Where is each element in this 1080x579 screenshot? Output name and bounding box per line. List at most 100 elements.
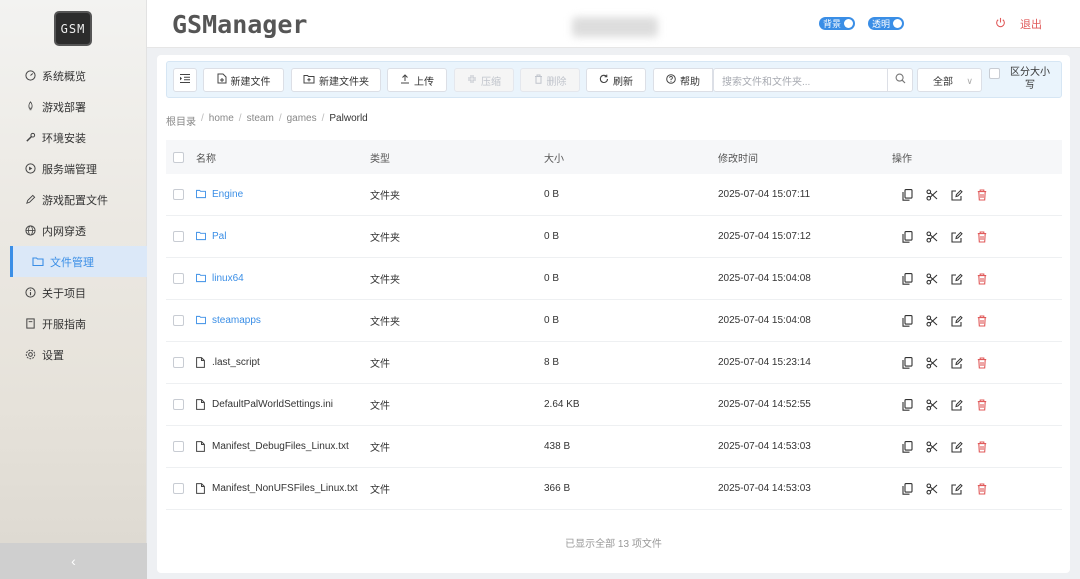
select-all-checkbox[interactable]: [173, 151, 184, 163]
table-row[interactable]: steamapps 文件夹 0 B 2025-07-04 15:04:08: [166, 300, 1062, 342]
upload-button[interactable]: 上传: [387, 68, 447, 92]
case-sensitive-checkbox[interactable]: 区分大小写: [989, 66, 1059, 96]
help-button[interactable]: 帮助: [653, 68, 713, 92]
file-name[interactable]: Pal: [212, 231, 226, 242]
cut-icon[interactable]: [925, 314, 939, 328]
row-checkbox[interactable]: [173, 315, 184, 326]
search-input[interactable]: 搜索文件和文件夹...: [713, 68, 887, 92]
rename-icon[interactable]: [950, 230, 964, 244]
rename-icon[interactable]: [950, 398, 964, 412]
row-checkbox[interactable]: [173, 273, 184, 284]
sidebar-item-tunnel[interactable]: 内网穿透: [0, 215, 147, 246]
sidebar-item-label: 服务端管理: [42, 163, 97, 176]
background-toggle[interactable]: 背景: [819, 17, 856, 30]
delete-icon[interactable]: [975, 482, 989, 496]
delete-icon[interactable]: [975, 314, 989, 328]
delete-button[interactable]: 删除: [520, 68, 580, 92]
logout-button[interactable]: 退出: [995, 16, 1042, 32]
delete-icon[interactable]: [975, 272, 989, 286]
cut-icon[interactable]: [925, 272, 939, 286]
copy-icon[interactable]: [900, 482, 914, 496]
checkbox-box[interactable]: [989, 68, 1000, 79]
copy-icon[interactable]: [900, 230, 914, 244]
sidebar-item-files[interactable]: 文件管理: [10, 246, 147, 277]
row-checkbox[interactable]: [173, 441, 184, 452]
copy-icon[interactable]: [900, 314, 914, 328]
refresh-button[interactable]: 刷新: [586, 68, 646, 92]
cut-icon[interactable]: [925, 356, 939, 370]
refresh-icon: [599, 74, 609, 87]
file-name: Manifest_DebugFiles_Linux.txt: [212, 441, 349, 452]
delete-icon[interactable]: [975, 188, 989, 202]
sidebar-item-env[interactable]: 环境安装: [0, 122, 147, 153]
copy-icon[interactable]: [900, 398, 914, 412]
type-filter-select[interactable]: 全部 ∨: [917, 68, 982, 92]
row-checkbox[interactable]: [173, 189, 184, 200]
copy-icon[interactable]: [900, 356, 914, 370]
table-row[interactable]: Manifest_NonUFSFiles_Linux.txt 文件 366 B …: [166, 468, 1062, 510]
rename-icon[interactable]: [950, 440, 964, 454]
file-mtime: 2025-07-04 15:23:14: [718, 357, 811, 368]
table-row[interactable]: .last_script 文件 8 B 2025-07-04 15:23:14: [166, 342, 1062, 384]
cut-icon[interactable]: [925, 482, 939, 496]
sidebar-item-server[interactable]: 服务端管理: [0, 153, 147, 184]
rename-icon[interactable]: [950, 356, 964, 370]
cut-icon[interactable]: [925, 230, 939, 244]
table-row[interactable]: linux64 文件夹 0 B 2025-07-04 15:04:08: [166, 258, 1062, 300]
table-header: 名称 类型 大小 修改时间 操作: [166, 140, 1062, 174]
delete-icon[interactable]: [975, 440, 989, 454]
rename-icon[interactable]: [950, 188, 964, 202]
delete-icon[interactable]: [975, 356, 989, 370]
row-checkbox[interactable]: [173, 483, 184, 494]
breadcrumb-steam[interactable]: steam: [247, 113, 274, 128]
sidebar-item-guide[interactable]: 开服指南: [0, 308, 147, 339]
cut-icon[interactable]: [925, 188, 939, 202]
compress-icon: [467, 74, 477, 87]
table-row[interactable]: Engine 文件夹 0 B 2025-07-04 15:07:11: [166, 174, 1062, 216]
transparency-toggle[interactable]: 透明: [868, 17, 905, 30]
copy-icon[interactable]: [900, 440, 914, 454]
compress-button[interactable]: 压缩: [454, 68, 514, 92]
row-checkbox[interactable]: [173, 231, 184, 242]
search-button[interactable]: [887, 68, 913, 92]
sidebar-collapse-button[interactable]: ‹: [0, 543, 147, 579]
row-checkbox[interactable]: [173, 399, 184, 410]
file-name[interactable]: linux64: [212, 273, 244, 284]
copy-icon[interactable]: [900, 188, 914, 202]
sidebar-item-config[interactable]: 游戏配置文件: [0, 184, 147, 215]
sidebar-item-deploy[interactable]: 游戏部署: [0, 91, 147, 122]
rename-icon[interactable]: [950, 272, 964, 286]
breadcrumb-home[interactable]: home: [209, 113, 234, 128]
folder-icon: [196, 189, 206, 200]
sidebar-item-label: 设置: [42, 349, 64, 362]
new-file-label: 新建文件: [230, 76, 271, 88]
rename-icon[interactable]: [950, 482, 964, 496]
table-row[interactable]: Pal 文件夹 0 B 2025-07-04 15:07:12: [166, 216, 1062, 258]
breadcrumb-games[interactable]: games: [287, 113, 317, 128]
new-file-icon: [217, 73, 227, 87]
sidebar-item-about[interactable]: 关于项目: [0, 277, 147, 308]
file-manager-panel: 新建文件 新建文件夹 上传 压缩 删除 刷新 帮助 搜索文件和文件夹... 全部…: [157, 55, 1070, 573]
copy-icon[interactable]: [900, 272, 914, 286]
delete-icon[interactable]: [975, 230, 989, 244]
file-name[interactable]: Engine: [212, 189, 243, 200]
sidebar: GSM 系统概览 游戏部署 环境安装 服务端管理 游戏配置文件 内网穿透 文件管…: [0, 0, 147, 579]
cut-icon[interactable]: [925, 398, 939, 412]
list-indent-icon: [179, 73, 191, 87]
new-file-button[interactable]: 新建文件: [203, 68, 284, 92]
row-checkbox[interactable]: [173, 357, 184, 368]
sidebar-item-overview[interactable]: 系统概览: [0, 60, 147, 91]
table-row[interactable]: Manifest_DebugFiles_Linux.txt 文件 438 B 2…: [166, 426, 1062, 468]
sidebar-item-settings[interactable]: 设置: [0, 339, 147, 370]
cut-icon[interactable]: [925, 440, 939, 454]
file-type: 文件夹: [370, 233, 400, 244]
table-row[interactable]: DefaultPalWorldSettings.ini 文件 2.64 KB 2…: [166, 384, 1062, 426]
new-folder-button[interactable]: 新建文件夹: [291, 68, 381, 92]
file-name[interactable]: steamapps: [212, 315, 261, 326]
toggle-tree-button[interactable]: [173, 68, 197, 92]
rename-icon[interactable]: [950, 314, 964, 328]
breadcrumb-root[interactable]: 根目录: [166, 113, 196, 128]
file-mtime: 2025-07-04 14:52:55: [718, 399, 811, 410]
file-size: 2.64 KB: [544, 399, 580, 410]
delete-icon[interactable]: [975, 398, 989, 412]
